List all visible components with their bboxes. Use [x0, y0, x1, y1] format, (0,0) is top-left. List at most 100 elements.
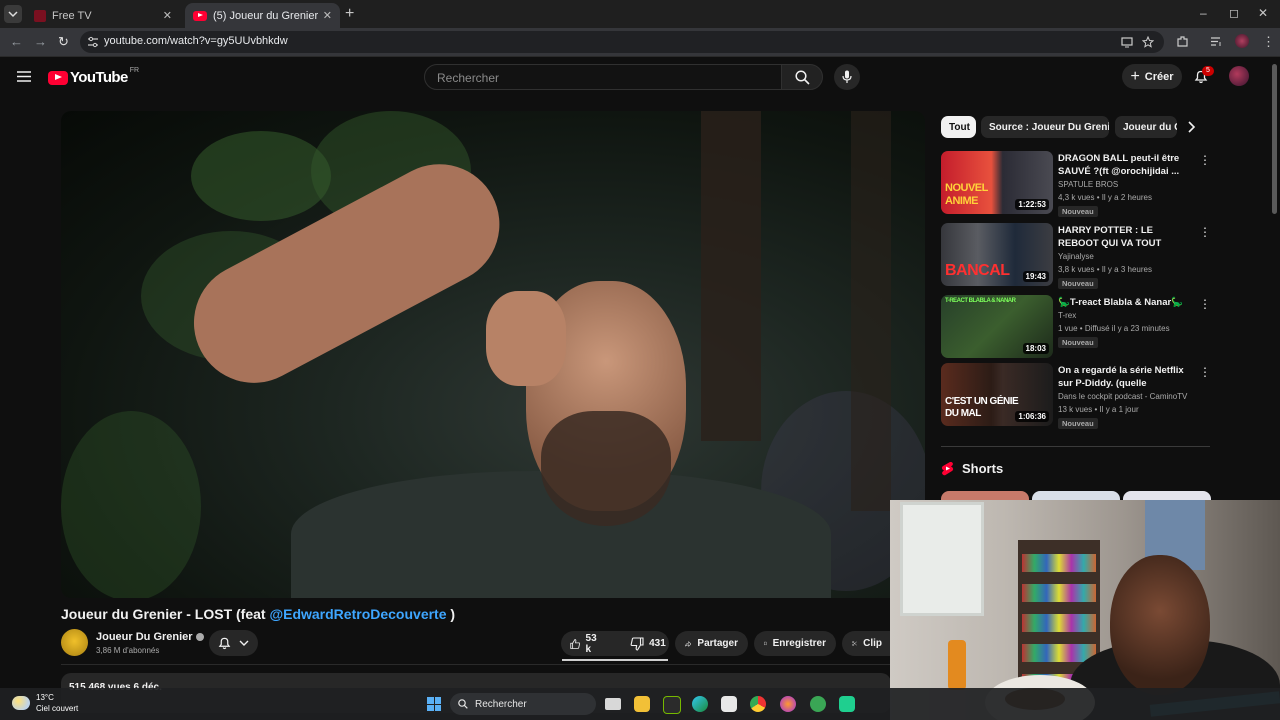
share-button[interactable]: Partager: [675, 631, 748, 656]
minimize-button[interactable]: –: [1200, 6, 1207, 20]
address-bar[interactable]: youtube.com/watch?v=gy5UUvbhkdw: [80, 31, 1164, 53]
site-info-icon[interactable]: [87, 36, 99, 48]
chevron-right-icon[interactable]: [1186, 120, 1196, 134]
firefox-browser-icon[interactable]: [780, 696, 796, 712]
chrome-browser-icon[interactable]: [750, 696, 766, 712]
chip-all[interactable]: Tout: [941, 116, 976, 138]
more-actions-kebab-icon[interactable]: ⋮: [1199, 365, 1211, 379]
channel-avatar[interactable]: [61, 629, 88, 656]
weather-widget[interactable]: 13°C Ciel couvert: [12, 692, 78, 714]
thumbnail-text: BANCAL: [945, 262, 1010, 279]
subscription-notifications-button[interactable]: [209, 630, 258, 656]
clip-button[interactable]: Clip: [842, 631, 892, 656]
new-tab-button[interactable]: +: [345, 5, 354, 23]
search-input[interactable]: [435, 68, 769, 88]
recommendation-item[interactable]: BANCAL 19:43 HARRY POTTER : LE REBOOT QU…: [941, 223, 1211, 289]
like-button[interactable]: 53 k: [561, 631, 609, 656]
youtube-logo[interactable]: YouTube FR: [48, 67, 140, 86]
new-badge: Nouveau: [1058, 418, 1098, 429]
close-tab-icon[interactable]: ✕: [163, 9, 172, 22]
tab-search-button[interactable]: [4, 5, 22, 23]
account-avatar[interactable]: [1229, 66, 1249, 86]
maximize-button[interactable]: ◻: [1229, 6, 1239, 20]
video-player[interactable]: [61, 111, 925, 598]
windows-start-icon[interactable]: [427, 697, 441, 711]
hamburger-menu-icon[interactable]: [17, 71, 31, 82]
taskbar-search[interactable]: Rechercher: [450, 693, 596, 715]
app-icon[interactable]: [810, 696, 826, 712]
clip-label: Clip: [863, 638, 882, 649]
back-arrow-icon[interactable]: ←: [10, 34, 23, 49]
video-frame-tree: [851, 111, 891, 511]
recommendation-channel[interactable]: T-rex: [1058, 311, 1076, 320]
chip-related[interactable]: Joueur du G: [1115, 116, 1177, 138]
install-app-icon[interactable]: [1121, 36, 1133, 48]
recommendation-title[interactable]: HARRY POTTER : LE REBOOT QUI VA TOUT RUI…: [1058, 224, 1194, 250]
webcam-bottle: [948, 640, 966, 690]
app-icon[interactable]: [839, 696, 855, 712]
like-progress-underline: [562, 659, 668, 661]
video-duration: 1:22:53: [1015, 199, 1049, 210]
thumbnail-text: NOUVEL ANIME: [945, 182, 988, 207]
weather-condition: Ciel couvert: [36, 704, 79, 713]
browser-tab-youtube[interactable]: (5) Joueur du Grenier - LOST (fe ✕: [185, 3, 340, 28]
profile-avatar[interactable]: [1235, 34, 1249, 48]
browser-tab-free-tv[interactable]: Free TV ✕: [26, 3, 180, 28]
extensions-icon[interactable]: [1176, 35, 1189, 48]
recommendation-item[interactable]: C'EST UN GÉNIE DU MAL 1:06:36 On a regar…: [941, 363, 1211, 429]
channel-name-link[interactable]: Joueur Du Grenier: [96, 631, 204, 643]
recommendation-thumbnail[interactable]: BANCAL 19:43: [941, 223, 1053, 286]
verified-badge-icon: [195, 633, 204, 642]
recommendation-channel[interactable]: Yajinalyse: [1058, 252, 1094, 261]
close-window-button[interactable]: ✕: [1258, 6, 1268, 20]
new-badge: Nouveau: [1058, 278, 1098, 289]
recommendation-thumbnail[interactable]: C'EST UN GÉNIE DU MAL 1:06:36: [941, 363, 1053, 426]
search-button[interactable]: [781, 64, 823, 90]
recommendation-item[interactable]: NOUVEL ANIME 1:22:53 DRAGON BALL peut-il…: [941, 151, 1211, 217]
recommendation-title[interactable]: DRAGON BALL peut-il être SAUVÉ ?(ft @oro…: [1058, 152, 1194, 178]
recommendation-channel[interactable]: Dans le cockpit podcast - CaminoTV: [1058, 392, 1187, 401]
video-duration: 1:06:36: [1015, 411, 1049, 422]
save-button[interactable]: Enregistrer: [754, 631, 836, 656]
recommendation-thumbnail[interactable]: T-REACT BLABLA & NANAR 18:03: [941, 295, 1053, 358]
more-actions-kebab-icon[interactable]: ⋮: [1199, 297, 1211, 311]
recommendation-stats: 4,3 k vues • Il y a 2 heures: [1058, 193, 1152, 202]
more-actions-kebab-icon[interactable]: ⋮: [1199, 225, 1211, 239]
dislike-button[interactable]: 431: [621, 631, 675, 656]
file-explorer-icon[interactable]: [634, 696, 650, 712]
task-view-icon[interactable]: [605, 698, 621, 710]
recommendation-title[interactable]: On a regardé la série Netflix sur P-Didd…: [1058, 364, 1194, 390]
country-code: FR: [129, 67, 140, 74]
bookmark-star-icon[interactable]: [1142, 36, 1154, 48]
microsoft-store-icon[interactable]: [721, 696, 737, 712]
recommendation-thumbnail[interactable]: NOUVEL ANIME 1:22:53: [941, 151, 1053, 214]
forward-arrow-icon[interactable]: →: [34, 34, 47, 49]
nvidia-icon[interactable]: [663, 696, 681, 714]
create-button[interactable]: + Créer: [1122, 64, 1182, 89]
webcam-overlay: [890, 500, 1280, 720]
browser-menu-kebab-icon[interactable]: ⋮: [1262, 34, 1275, 50]
video-duration: 19:43: [1022, 271, 1049, 282]
taskbar-search-label: Rechercher: [475, 698, 527, 710]
recommendation-channel[interactable]: SPATULE BROS: [1058, 180, 1118, 189]
recommendation-title[interactable]: 🦕T-react Blabla & Nanar🦕: [1058, 296, 1194, 309]
video-title-suffix: ): [446, 606, 456, 622]
logo-text: YouTube: [70, 69, 128, 86]
chevron-down-icon: [239, 640, 249, 646]
video-frame-tree: [701, 111, 761, 441]
voice-search-button[interactable]: [834, 64, 860, 90]
more-actions-kebab-icon[interactable]: ⋮: [1199, 153, 1211, 167]
recommendation-item[interactable]: T-REACT BLABLA & NANAR 18:03 🦕T-react Bl…: [941, 295, 1211, 359]
edge-browser-icon[interactable]: [692, 696, 708, 712]
reload-icon[interactable]: ↻: [58, 34, 69, 50]
media-controls-icon[interactable]: [1210, 35, 1223, 48]
close-tab-icon[interactable]: ✕: [323, 9, 332, 22]
shorts-icon: [941, 462, 954, 476]
video-title-mention-link[interactable]: @EdwardRetroDecouverte: [269, 606, 446, 622]
plus-icon: +: [1130, 67, 1140, 85]
chip-source[interactable]: Source : Joueur Du Grenier: [981, 116, 1109, 138]
new-badge: Nouveau: [1058, 206, 1098, 217]
search-icon: [794, 69, 810, 85]
page-scrollbar[interactable]: [1272, 64, 1277, 214]
notification-count-badge: 5: [1202, 66, 1214, 76]
